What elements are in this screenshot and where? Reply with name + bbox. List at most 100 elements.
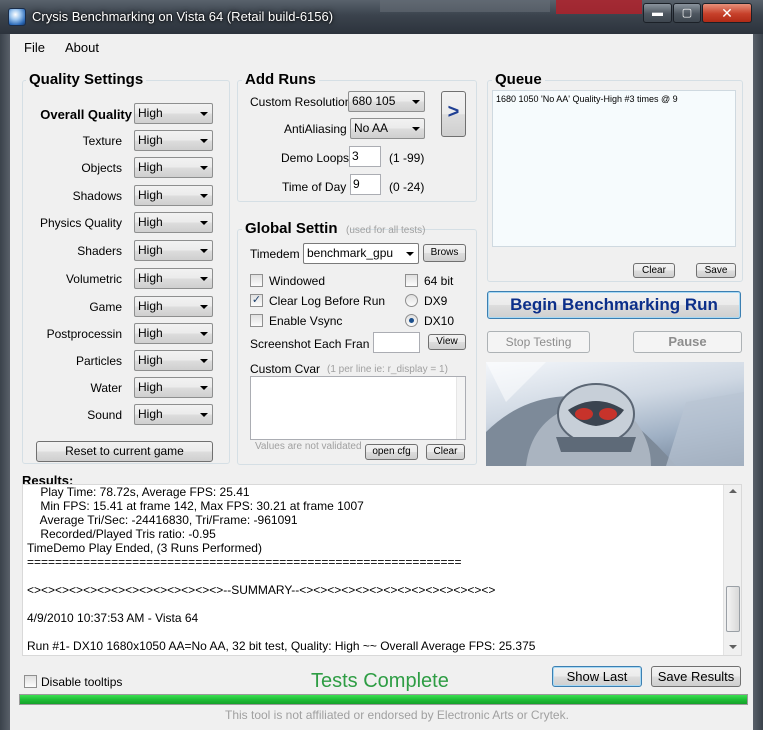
chevron-down-icon — [200, 359, 208, 363]
windowed-label: Windowed — [269, 274, 326, 288]
results-log[interactable]: Play Time: 78.72s, Average FPS: 25.41 Mi… — [22, 484, 742, 656]
view-button[interactable]: View — [428, 334, 466, 350]
results-line: Average Tri/Sec: -24416830, Tri/Frame: -… — [27, 513, 298, 527]
scroll-up-icon[interactable] — [729, 489, 737, 493]
pause-button[interactable]: Pause — [633, 331, 742, 353]
shaders-select[interactable]: High — [134, 240, 213, 261]
begin-benchmarking-button[interactable]: Begin Benchmarking Run — [487, 291, 741, 319]
timedemo-select[interactable]: benchmark_gpu — [303, 243, 419, 264]
objects-select[interactable]: High — [134, 157, 213, 178]
chevron-down-icon — [200, 413, 208, 417]
scroll-down-icon[interactable] — [729, 645, 737, 649]
game-value: High — [138, 299, 163, 313]
shadows-label: Shadows — [72, 189, 122, 203]
window-title: Crysis Benchmarking on Vista 64 (Retail … — [32, 9, 334, 24]
dx10-radio[interactable] — [405, 314, 418, 327]
screenshot-label: Screenshot Each Fran — [250, 337, 370, 351]
resolution-select[interactable]: 680 105 — [348, 91, 425, 112]
volumetric-select[interactable]: High — [134, 268, 213, 289]
particles-value: High — [138, 353, 163, 367]
objects-value: High — [138, 160, 163, 174]
sound-value: High — [138, 407, 163, 421]
physics-quality-value: High — [138, 215, 163, 229]
disable-tooltips-label: Disable tooltips — [41, 675, 123, 689]
demo-loops-range: (1 -99) — [389, 151, 425, 165]
browse-button[interactable]: Brows — [423, 244, 466, 262]
add-to-queue-button[interactable]: > — [441, 91, 466, 137]
dx9-radio[interactable] — [405, 294, 418, 307]
app-icon — [8, 8, 26, 26]
demo-loops-label: Demo Loops — [281, 151, 350, 165]
clear-cvar-button[interactable]: Clear — [426, 444, 465, 460]
results-line: Min FPS: 15.41 at frame 142, Max FPS: 30… — [27, 499, 364, 513]
window-frame-left — [0, 34, 10, 730]
game-label: Game — [89, 300, 122, 314]
results-line: <><><><><><><><><><><><><><>--SUMMARY--<… — [27, 583, 496, 597]
overall-quality-select[interactable]: High — [134, 103, 213, 124]
queue-save-button[interactable]: Save — [696, 263, 736, 278]
results-line: 4/9/2010 10:37:53 AM - Vista 64 — [27, 611, 199, 625]
results-line: TimeDemo Play Ended, (3 Runs Performed) — [27, 541, 262, 555]
antialiasing-select[interactable]: No AA — [350, 118, 425, 139]
close-button[interactable]: ✕ — [702, 3, 752, 23]
minimize-button[interactable]: ▬ — [643, 3, 672, 23]
dx10-label: DX10 — [424, 314, 455, 328]
chevron-down-icon — [200, 386, 208, 390]
results-scroll-thumb[interactable] — [726, 586, 740, 632]
disable-tooltips-checkbox[interactable] — [24, 675, 37, 688]
64-bit-label: 64 bit — [424, 274, 454, 288]
texture-value: High — [138, 133, 163, 147]
chevron-down-icon — [200, 194, 208, 198]
custom-resolution-label: Custom Resolution — [250, 95, 352, 109]
timedemo-value: benchmark_gpu — [307, 246, 394, 260]
chevron-down-icon — [412, 127, 420, 131]
windowed-checkbox[interactable] — [250, 274, 263, 287]
timedemo-label: Timedem — [250, 247, 300, 261]
chevron-down-icon — [200, 139, 208, 143]
reset-to-current-game-button[interactable]: Reset to current game — [36, 441, 213, 462]
global-settings-subtitle: (used for all tests) — [346, 225, 426, 236]
postprocessing-label: Postprocessin — [46, 327, 122, 341]
queue-item[interactable]: 1680 1050 'No AA' Quality-High #3 times … — [496, 94, 678, 104]
open-cfg-button[interactable]: open cfg — [365, 444, 418, 460]
postprocessing-select[interactable]: High — [134, 323, 213, 344]
water-select[interactable]: High — [134, 377, 213, 398]
water-value: High — [138, 380, 163, 394]
values-not-validated-note: Values are not validated — [255, 441, 362, 452]
time-of-day-range: (0 -24) — [389, 180, 425, 194]
vsync-checkbox[interactable] — [250, 314, 263, 327]
time-of-day-input[interactable]: 9 — [350, 174, 381, 195]
show-last-button[interactable]: Show Last — [552, 666, 642, 687]
queue-clear-button[interactable]: Clear — [633, 263, 675, 278]
stop-testing-button[interactable]: Stop Testing — [487, 331, 590, 353]
time-of-day-label: Time of Day — [282, 180, 347, 194]
dx9-label: DX9 — [424, 294, 448, 308]
shadows-value: High — [138, 188, 163, 202]
demo-loops-input[interactable]: 3 — [349, 146, 381, 167]
queue-list[interactable]: 1680 1050 'No AA' Quality-High #3 times … — [492, 90, 736, 247]
64-bit-checkbox[interactable] — [405, 274, 418, 287]
clear-log-checkbox[interactable]: ✓ — [250, 294, 263, 307]
results-scrollbar[interactable] — [723, 485, 741, 655]
titlebar-background-decoration — [380, 0, 550, 12]
antialiasing-value: No AA — [354, 121, 389, 135]
shadows-select[interactable]: High — [134, 185, 213, 206]
chevron-down-icon — [406, 252, 414, 256]
maximize-button[interactable]: ▢ — [673, 3, 701, 23]
cvar-scrollbar[interactable] — [456, 377, 465, 439]
game-select[interactable]: High — [134, 296, 213, 317]
particles-select[interactable]: High — [134, 350, 213, 371]
results-line: Play Time: 78.72s, Average FPS: 25.41 — [27, 485, 250, 499]
antialiasing-label: AntiAliasing — [284, 122, 347, 136]
nanosuit-illustration — [486, 362, 744, 466]
texture-select[interactable]: High — [134, 130, 213, 151]
custom-cvar-textarea[interactable] — [250, 376, 466, 440]
save-results-button[interactable]: Save Results — [651, 666, 741, 687]
screenshot-input[interactable] — [373, 332, 420, 353]
menu-file[interactable]: File — [24, 40, 45, 55]
vsync-label: Enable Vsync — [269, 314, 343, 328]
overall-quality-label: Overall Quality — [40, 107, 132, 122]
sound-select[interactable]: High — [134, 404, 213, 425]
physics-quality-select[interactable]: High — [134, 212, 213, 233]
menu-about[interactable]: About — [65, 40, 99, 55]
